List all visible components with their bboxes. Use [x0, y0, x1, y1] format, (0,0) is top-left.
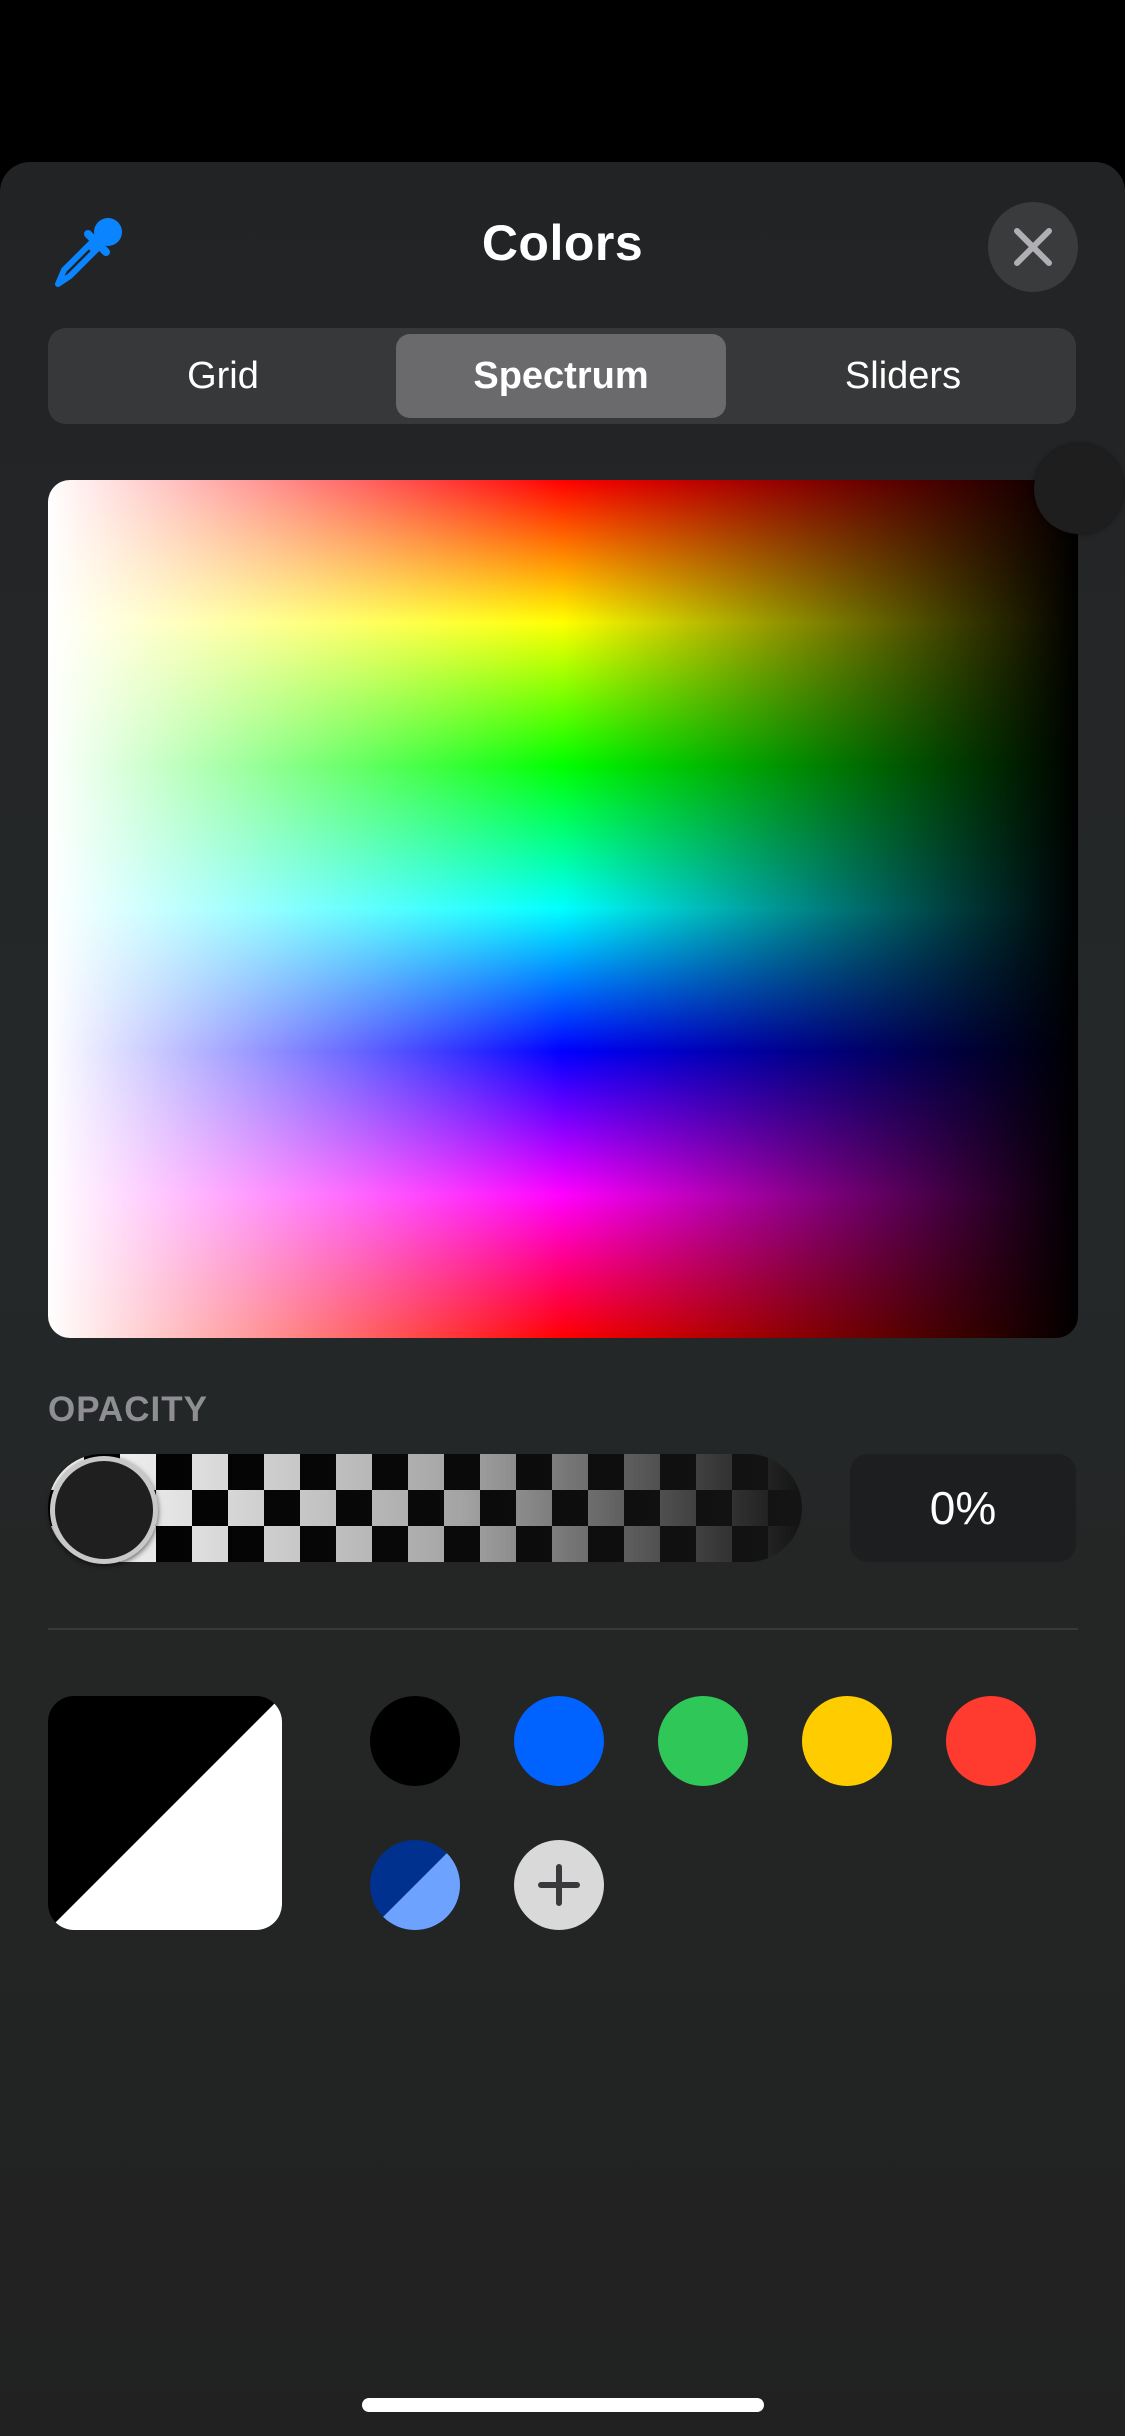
swatch-green[interactable]: [658, 1696, 748, 1786]
add-swatch-button[interactable]: [514, 1840, 604, 1930]
current-color-split: [48, 1696, 282, 1930]
tab-grid[interactable]: Grid: [52, 328, 394, 424]
current-color-preview: [48, 1696, 282, 1930]
opacity-label: OPACITY: [48, 1390, 208, 1429]
eyedropper-button[interactable]: [48, 208, 132, 292]
divider: [48, 1628, 1078, 1630]
mode-segmented-control: Grid Spectrum Sliders: [48, 328, 1076, 424]
swatch-blue-split[interactable]: [370, 1840, 460, 1930]
color-spectrum[interactable]: [48, 480, 1078, 1338]
opacity-value-field[interactable]: 0%: [850, 1454, 1076, 1562]
page-title: Colors: [481, 215, 644, 271]
swatch-red[interactable]: [946, 1696, 1036, 1786]
plus-icon: [538, 1864, 580, 1906]
home-indicator: [362, 2398, 764, 2412]
opacity-slider[interactable]: [48, 1454, 802, 1562]
swatch-blue[interactable]: [514, 1696, 604, 1786]
opacity-slider-thumb[interactable]: [50, 1456, 158, 1564]
colors-sheet: Colors Grid Spectrum Sliders OPACITY 0%: [0, 162, 1125, 2436]
swatch-blue-split-fill: [370, 1840, 460, 1930]
close-icon: [1014, 228, 1052, 266]
tab-spectrum[interactable]: Spectrum: [396, 334, 726, 418]
close-button[interactable]: [988, 202, 1078, 292]
eyedropper-icon: [55, 218, 122, 287]
swatch-yellow[interactable]: [802, 1696, 892, 1786]
swatch-black[interactable]: [370, 1696, 460, 1786]
tab-sliders[interactable]: Sliders: [732, 328, 1074, 424]
spectrum-selector-handle[interactable]: [1034, 444, 1124, 534]
